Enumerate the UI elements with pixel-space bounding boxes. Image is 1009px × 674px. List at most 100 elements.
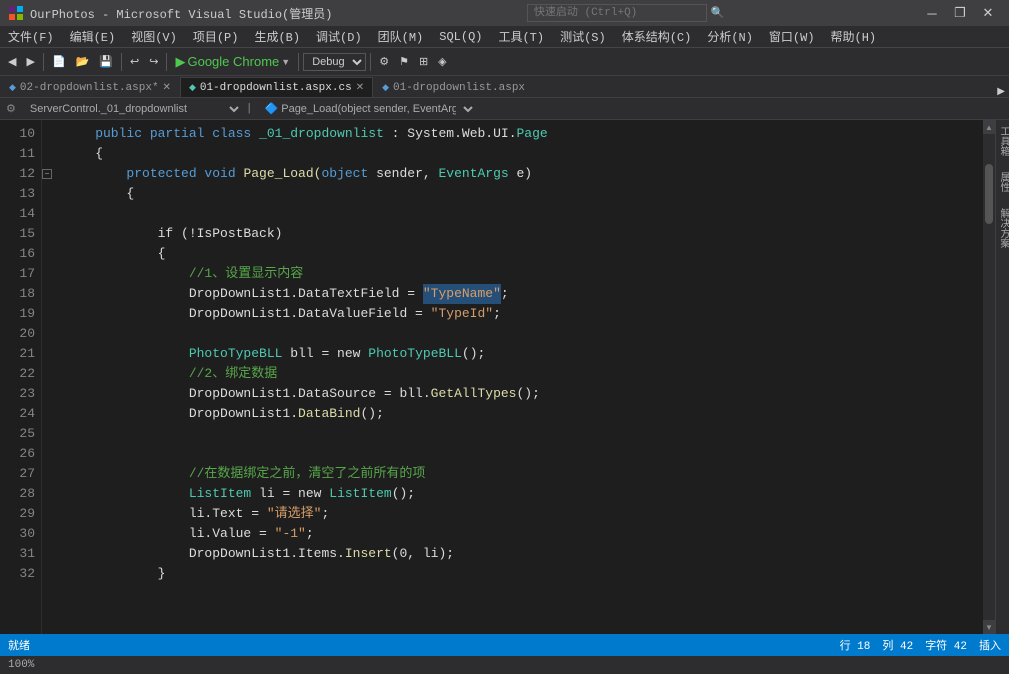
menu-window[interactable]: 窗口(W) (761, 26, 823, 47)
tab-close-01cs[interactable]: ✕ (356, 82, 364, 94)
menu-project[interactable]: 项目(P) (185, 26, 247, 47)
code-line-31: DropDownList1.Items.Insert(0, li); (64, 544, 983, 564)
token-24-3: (); (360, 404, 383, 424)
menu-architecture[interactable]: 体系结构(C) (614, 26, 700, 47)
restore-button[interactable]: ❐ (947, 2, 973, 24)
status-bar: 就绪 行 18 列 42 字符 42 插入 (0, 634, 1009, 656)
token-21-4: PhotoTypeBLL (368, 344, 462, 364)
sidebar-extra[interactable]: 解决方案 (994, 204, 1009, 252)
tab-icon: ◆ (9, 83, 16, 93)
toolbar-btn-misc2[interactable]: ⚑ (395, 53, 413, 70)
menu-analyze[interactable]: 分析(N) (699, 26, 761, 47)
quick-search-bar: 🔍 (527, 4, 725, 22)
undo-button[interactable]: ↩ (126, 53, 143, 70)
method-selector[interactable]: 🔷 Page_Load(object sender, EventArgs e) (256, 101, 476, 117)
config-dropdown[interactable]: Debug (303, 53, 366, 71)
fold-empty-13 (42, 184, 56, 204)
scroll-track[interactable] (983, 134, 995, 620)
token-30-3: ; (306, 524, 314, 544)
tab-label-aspx: 01-dropdownlist.aspx (393, 82, 525, 94)
code-line-13: { (64, 184, 983, 204)
back-button[interactable]: ◀ (4, 53, 20, 70)
menu-edit[interactable]: 编辑(E) (62, 26, 124, 47)
code-line-15: if (!IsPostBack) (64, 224, 983, 244)
scroll-thumb[interactable] (985, 164, 993, 224)
code-line-11: { (64, 144, 983, 164)
sidebar-properties[interactable]: 属性 (994, 168, 1009, 196)
token-21-5: (); (462, 344, 485, 364)
run-icon: ▶ (175, 54, 185, 70)
token-27-1: //在数据绑定之前，清空了之前所有的项 (64, 464, 425, 484)
forward-button[interactable]: ▶ (22, 53, 38, 70)
line-num-23: 23 (8, 384, 35, 404)
token-18-3: ; (501, 284, 509, 304)
code-line-26 (64, 444, 983, 464)
token-12-4: sender, (368, 164, 438, 184)
menu-tools[interactable]: 工具(T) (490, 26, 552, 47)
code-area[interactable]: public partial class _01_dropdownlist : … (56, 120, 983, 634)
menu-test[interactable]: 测试(S) (552, 26, 614, 47)
token-23-3: (); (517, 384, 540, 404)
token-21-1 (64, 344, 189, 364)
menu-file[interactable]: 文件(F) (0, 26, 62, 47)
token-28-3: li = new (251, 484, 329, 504)
save-button[interactable]: 💾 (95, 53, 117, 70)
tab-01-dropdownlist-aspx[interactable]: ◆ 01-dropdownlist.aspx (373, 77, 534, 97)
menu-view[interactable]: 视图(V) (123, 26, 185, 47)
menu-sql[interactable]: SQL(Q) (431, 28, 490, 46)
token-26-1 (64, 444, 72, 464)
zoom-level: 100% (8, 659, 34, 671)
path-icon: ⚙ (0, 102, 22, 116)
code-line-28: ListItem li = new ListItem(); (64, 484, 983, 504)
token-14-1 (64, 204, 72, 224)
menu-help[interactable]: 帮助(H) (823, 26, 885, 47)
toolbar: ◀ ▶ 📄 📂 💾 ↩ ↪ ▶ Google Chrome ▼ Debug ⚙ … (0, 48, 1009, 76)
toolbar-btn-misc1[interactable]: ⚙ (375, 53, 393, 70)
tab-icon-aspx: ◆ (382, 83, 389, 93)
class-selector[interactable]: ServerControl._01_dropdownlist (22, 101, 242, 117)
fold-empty-10 (42, 124, 56, 144)
tab-close-02[interactable]: ✕ (163, 82, 171, 94)
menu-build[interactable]: 生成(B) (246, 26, 308, 47)
token-21-3: bll = new (282, 344, 368, 364)
fold-icon-12[interactable]: − (42, 169, 52, 179)
line-num-32: 32 (8, 564, 35, 584)
menu-debug[interactable]: 调试(D) (308, 26, 370, 47)
vertical-scrollbar[interactable]: ▲ ▼ (983, 120, 995, 634)
fold-12[interactable]: − (42, 164, 56, 184)
menu-team[interactable]: 团队(M) (370, 26, 432, 47)
quick-search-input[interactable] (527, 4, 707, 22)
code-line-17: //1、设置显示内容 (64, 264, 983, 284)
scroll-down-button[interactable]: ▼ (983, 620, 995, 634)
run-button[interactable]: ▶ Google Chrome ▼ (171, 52, 294, 72)
line-num-11: 11 (8, 144, 35, 164)
code-line-22: //2、绑定数据 (64, 364, 983, 384)
sidebar-toolbox[interactable]: 工具箱 (994, 122, 1009, 160)
code-line-32: } (64, 564, 983, 584)
redo-button[interactable]: ↪ (145, 53, 162, 70)
toolbar-btn-misc4[interactable]: ◈ (434, 53, 450, 70)
line-num-31: 31 (8, 544, 35, 564)
code-line-25 (64, 424, 983, 444)
close-button[interactable]: ✕ (975, 2, 1001, 24)
code-line-30: li.Value = "-1"; (64, 524, 983, 544)
token-10-1: public partial class (64, 124, 259, 144)
token-22-1: //2、绑定数据 (64, 364, 277, 384)
token-25-1 (64, 424, 72, 444)
line-num-14: 14 (8, 204, 35, 224)
minimize-button[interactable]: ─ (919, 2, 945, 24)
line-num-30: 30 (8, 524, 35, 544)
tab-01-dropdownlist-cs[interactable]: ◆ 01-dropdownlist.aspx.cs ✕ (180, 77, 373, 97)
run-dropdown-arrow[interactable]: ▼ (281, 57, 290, 67)
tab-02-dropdownlist-aspx[interactable]: ◆ 02-dropdownlist.aspx* ✕ (0, 77, 180, 97)
new-file-button[interactable]: 📄 (48, 53, 70, 70)
tab-icon-cs: ◆ (189, 83, 196, 93)
app-icon (8, 5, 24, 21)
token-19-1: DropDownList1.DataValueField = (64, 304, 431, 324)
token-11-1: { (64, 144, 103, 164)
open-file-button[interactable]: 📂 (72, 53, 94, 70)
line-num-28: 28 (8, 484, 35, 504)
toolbar-btn-misc3[interactable]: ⊞ (415, 53, 432, 70)
line-num-12: 12 (8, 164, 35, 184)
tab-scroll-right[interactable]: ▶ (993, 86, 1009, 97)
